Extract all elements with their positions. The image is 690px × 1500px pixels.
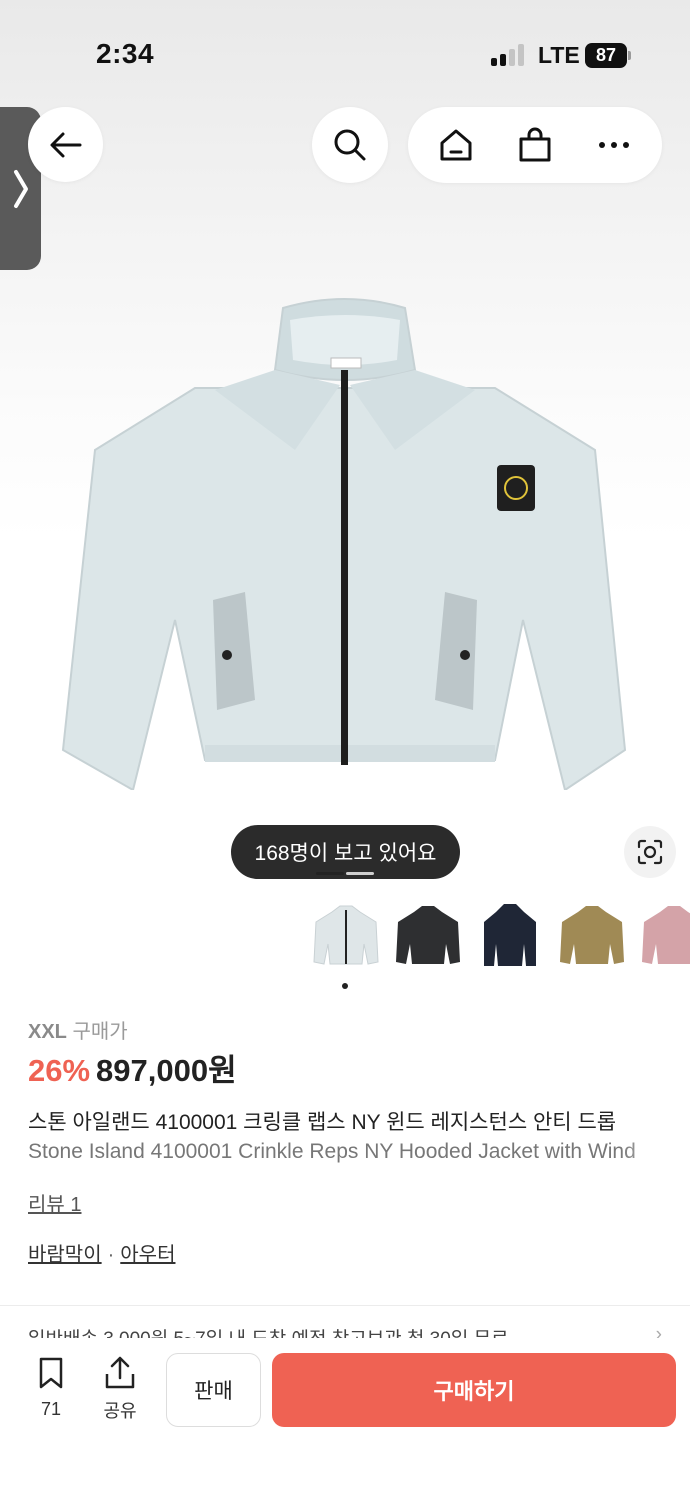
share-label: 공유: [103, 1401, 137, 1421]
home-button[interactable]: [426, 115, 486, 175]
thumbnail-4[interactable]: [638, 900, 690, 972]
search-button[interactable]: [312, 107, 388, 183]
thumbnail-2[interactable]: [474, 900, 546, 972]
status-time: 2:34: [96, 38, 155, 69]
jacket-thumbnail-icon: [560, 906, 624, 964]
jacket-thumbnail-icon: [313, 905, 379, 965]
price-line: 26% 897,000원: [28, 1045, 237, 1090]
battery-tip: [628, 51, 631, 60]
thumbnail-1[interactable]: [392, 900, 464, 972]
signal-icon: [491, 44, 525, 66]
battery-indicator: 87: [585, 43, 627, 68]
size-price-label: XXL 구매가: [28, 1015, 128, 1044]
bookmark-icon: [39, 1357, 63, 1389]
product-image[interactable]: [55, 290, 635, 790]
wishlist-button[interactable]: 71: [28, 1356, 74, 1420]
category-separator: ·: [107, 1244, 115, 1266]
cart-button[interactable]: [505, 115, 565, 175]
price-value: 897,000원: [96, 1053, 237, 1088]
image-search-button[interactable]: [624, 826, 676, 878]
thumbnail-0[interactable]: [310, 900, 382, 972]
nav-actions: [408, 107, 662, 183]
back-button[interactable]: [28, 107, 103, 182]
search-icon: [334, 129, 366, 161]
share-button[interactable]: 공유: [97, 1356, 143, 1423]
more-icon: [599, 142, 630, 148]
price-label: 구매가: [72, 1021, 128, 1043]
size-value: XXL: [28, 1021, 67, 1043]
more-button[interactable]: [584, 115, 644, 175]
sell-button[interactable]: 판매: [166, 1353, 261, 1427]
jacket-thumbnail-icon: [396, 906, 460, 964]
jacket-thumbnail-icon: [642, 906, 690, 964]
text-fade: [620, 1100, 690, 1172]
arrow-left-icon: [50, 132, 81, 157]
buy-button[interactable]: 구매하기: [272, 1353, 676, 1427]
viewers-badge: 168명이 보고 있어요: [231, 825, 460, 879]
jacket-thumbnail-icon: [484, 904, 536, 966]
category-links: 바람막이 · 아우터: [28, 1238, 175, 1267]
color-thumbnails: [310, 900, 690, 972]
home-icon: [440, 129, 472, 161]
share-icon: [105, 1356, 135, 1389]
network-label: LTE: [538, 42, 580, 68]
category-outer-link[interactable]: 아우터: [120, 1244, 175, 1266]
gallery-pager: [316, 872, 376, 875]
discount-rate: 26%: [28, 1053, 91, 1088]
thumbnail-3[interactable]: [556, 900, 628, 972]
product-name-ko: 스톤 아일랜드 4100001 크링클 랩스 NY 윈드 레지스턴스 안티 드롭: [28, 1111, 617, 1134]
divider: [0, 1305, 690, 1306]
thumbnail-indicator: [342, 983, 348, 989]
category-windbreaker-link[interactable]: 바람막이: [28, 1244, 102, 1266]
review-link[interactable]: 리뷰 1: [28, 1188, 81, 1217]
chevron-right-icon: [13, 169, 28, 208]
product-name-en: Stone Island 4100001 Crinkle Reps NY Hoo…: [28, 1140, 636, 1163]
lens-icon: [637, 839, 663, 865]
wishlist-count: 71: [40, 1399, 62, 1419]
shopping-bag-icon: [519, 127, 551, 162]
